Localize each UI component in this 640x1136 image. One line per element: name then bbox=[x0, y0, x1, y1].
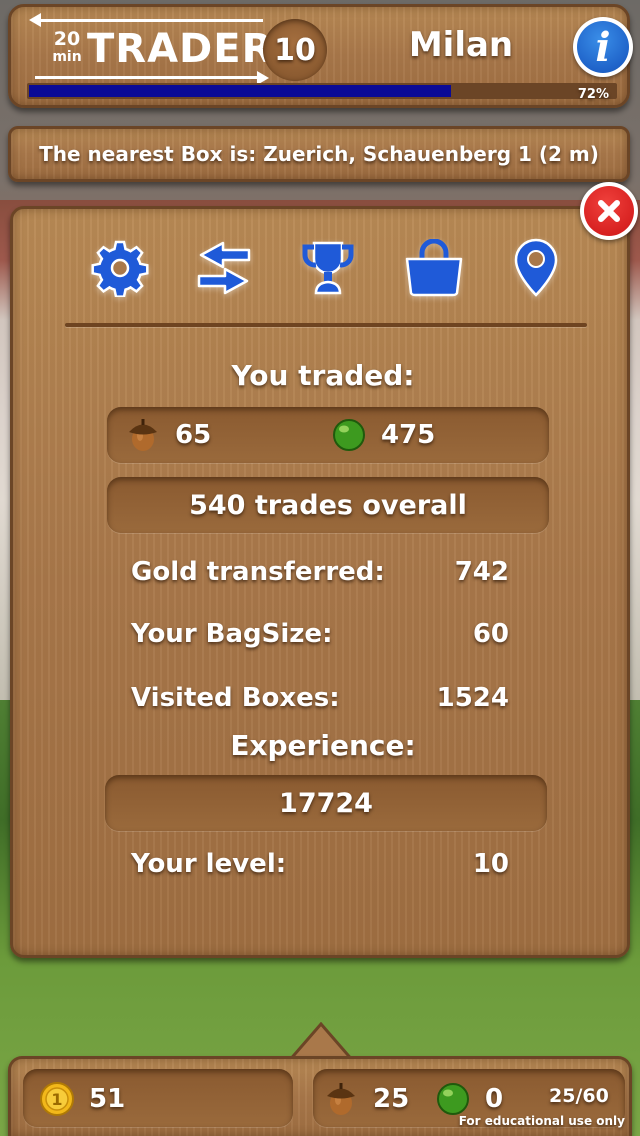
xp-progress-fill bbox=[29, 85, 451, 97]
trophy-icon bbox=[302, 241, 354, 295]
nearest-box-banner: The nearest Box is: Zuerich, Schauenberg… bbox=[8, 126, 630, 182]
header-bar: 20 min TRADER 10 Milan i 72% bbox=[8, 4, 633, 108]
map-pin-icon bbox=[514, 238, 558, 297]
gold-item: 1 51 bbox=[39, 1081, 125, 1117]
apple-icon bbox=[333, 419, 365, 451]
gold-transferred-label: Gold transferred: bbox=[131, 557, 385, 587]
app-logo: 20 min TRADER bbox=[29, 13, 272, 85]
apple-icon bbox=[437, 1083, 469, 1115]
gold-transferred-value: 742 bbox=[454, 557, 509, 587]
gold-coin-icon: 1 bbox=[40, 1082, 74, 1116]
acorn-icon bbox=[327, 1083, 355, 1115]
swap-arrows-icon bbox=[197, 241, 251, 295]
tab-trade[interactable] bbox=[189, 233, 259, 303]
visited-boxes-value: 1524 bbox=[436, 683, 509, 713]
svg-text:1: 1 bbox=[51, 1090, 62, 1109]
acorn-item: 25 bbox=[323, 1081, 409, 1117]
acorn-traded: 65 bbox=[125, 417, 211, 453]
player-name: Milan bbox=[408, 25, 514, 65]
acorn-traded-value: 65 bbox=[175, 420, 212, 450]
your-level-value: 10 bbox=[472, 849, 509, 879]
panel-tabbar bbox=[85, 233, 575, 303]
bagsize-label: Your BagSize: bbox=[131, 619, 333, 649]
tab-trophies[interactable] bbox=[293, 233, 363, 303]
tab-map[interactable] bbox=[501, 233, 571, 303]
gear-icon bbox=[91, 240, 149, 297]
your-level-label: Your level: bbox=[131, 849, 287, 879]
experience-heading: Experience: bbox=[230, 729, 416, 762]
visited-boxes-label: Visited Boxes: bbox=[131, 683, 340, 713]
apple-item: 0 bbox=[435, 1081, 503, 1117]
logo-unit: min bbox=[52, 49, 82, 65]
acorn-icon bbox=[129, 419, 157, 451]
logo-number: 20 bbox=[53, 28, 81, 50]
bagsize-value: 60 bbox=[472, 619, 509, 649]
player-level-badge: 10 bbox=[263, 19, 327, 81]
gold-value: 51 bbox=[89, 1084, 126, 1114]
info-button[interactable]: i bbox=[573, 17, 633, 77]
stats-panel: You traded: 65 475 540 trades overall Go… bbox=[10, 206, 630, 958]
xp-progress-track bbox=[27, 83, 617, 99]
you-traded-heading: You traded: bbox=[231, 359, 415, 392]
bag-capacity: 25/60 bbox=[549, 1085, 609, 1107]
panel-divider bbox=[65, 323, 587, 327]
tab-bag[interactable] bbox=[399, 233, 469, 303]
close-icon bbox=[584, 186, 634, 236]
close-button[interactable] bbox=[580, 182, 638, 240]
xp-percent-label: 72% bbox=[577, 87, 609, 102]
acorn-value: 25 bbox=[373, 1084, 410, 1114]
bottom-resource-bar: 1 51 25 0 25/60 For educational use only bbox=[8, 1056, 632, 1136]
bag-icon bbox=[405, 239, 463, 297]
experience-value: 17724 bbox=[105, 775, 547, 831]
logo-word: TRADER bbox=[87, 26, 274, 72]
info-icon: i bbox=[577, 21, 629, 73]
educational-note: For educational use only bbox=[458, 1114, 625, 1128]
apple-traded-value: 475 bbox=[381, 420, 436, 450]
tab-settings[interactable] bbox=[85, 233, 155, 303]
trades-overall: 540 trades overall bbox=[107, 477, 549, 533]
apple-value: 0 bbox=[485, 1084, 504, 1114]
apple-traded: 475 bbox=[331, 417, 435, 453]
gold-counter[interactable]: 1 51 bbox=[23, 1069, 293, 1127]
traded-counts: 65 475 bbox=[107, 407, 549, 463]
